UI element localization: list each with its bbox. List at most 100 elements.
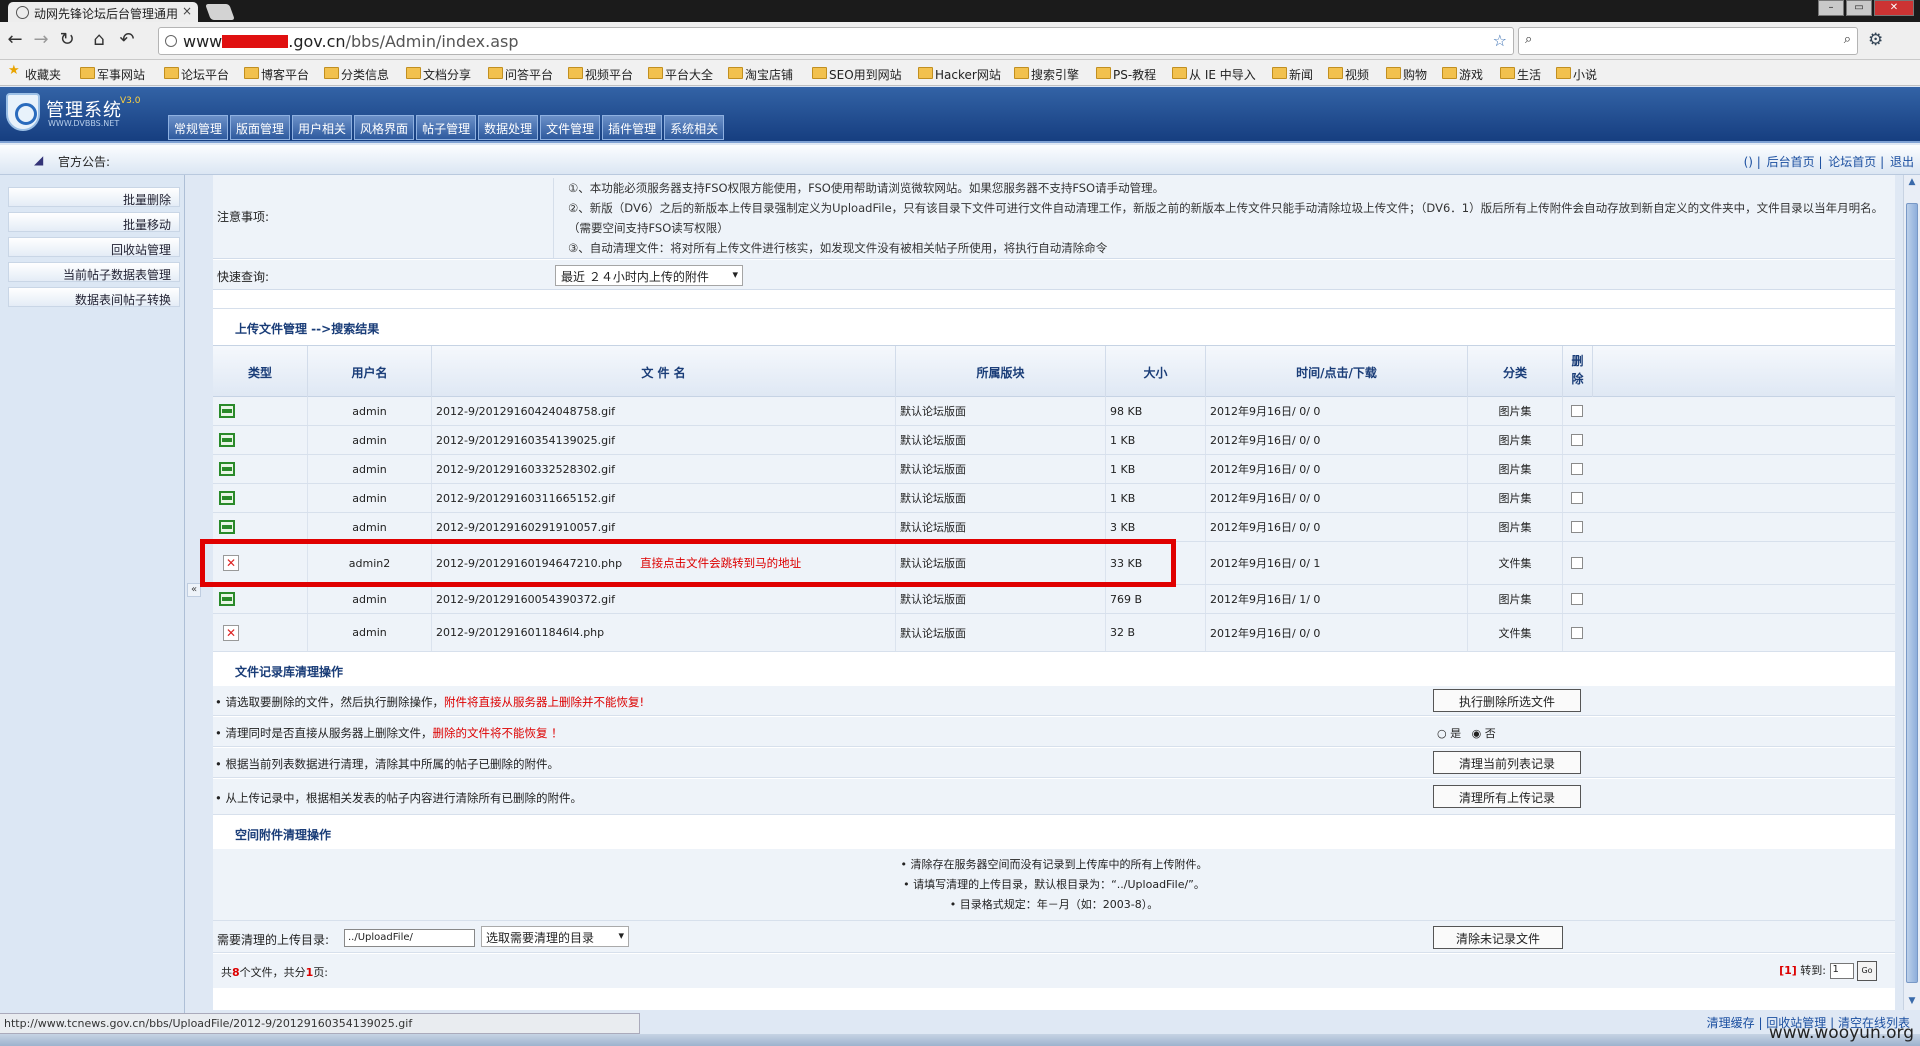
bookmark-item[interactable]: 论坛平台 [164,66,229,83]
dir-input[interactable]: ../UploadFile/ [344,929,475,947]
scroll-down-icon[interactable]: ▼ [1906,996,1918,1008]
top-link-blank[interactable]: () [1744,155,1753,169]
delete-checkbox[interactable] [1571,557,1583,569]
bookmark-item[interactable]: 购物 [1386,66,1427,83]
top-link-admin-home[interactable]: 后台首页 [1767,155,1815,169]
bookmark-item[interactable]: 分类信息 [324,66,389,83]
bookmark-item[interactable]: PS-教程 [1096,66,1156,83]
sidebar-item-batch-move[interactable]: 批量移动 [8,212,180,232]
cell-category: 图片集 [1468,426,1563,454]
settings-wrench-icon[interactable]: ⚙ [1868,30,1883,50]
bookmark-star-icon[interactable]: ☆ [1493,31,1507,50]
browser-tab[interactable]: 动网先锋论坛后台管理通用 × [8,2,198,22]
forward-icon[interactable]: → [30,29,52,50]
cell-filename[interactable]: 2012-9/20129160424048758.gif [432,397,896,425]
bookmark-item[interactable]: 视频平台 [568,66,633,83]
cell-filename[interactable]: 2012-9/20129160291910057.gif [432,513,896,541]
search-box[interactable]: ⌕ ⌕ [1518,27,1858,55]
files-section-header: 上传文件管理 -->搜索结果 [213,308,1895,344]
quick-query-select[interactable]: 最近 ２４小时内上传的附件 [555,265,743,286]
collapse-sidebar-icon[interactable]: « [187,583,201,597]
delete-checkbox[interactable] [1571,626,1583,639]
new-tab-button[interactable] [205,4,235,20]
clear-unrecorded-button[interactable]: 清除未记录文件 [1433,926,1563,949]
table-row: admin 2012-9/20129160332528302.gif 默认论坛版… [213,455,1895,484]
top-link-logout[interactable]: 退出 [1890,155,1914,169]
bookmark-item[interactable]: 新闻 [1272,66,1313,83]
nav-system[interactable]: 系统相关 [664,115,725,140]
delete-checkbox[interactable] [1571,405,1583,417]
close-window-button[interactable]: ✕ [1874,0,1914,16]
cell-filename[interactable]: 2012-9/2012916011846l4.php [432,614,896,651]
sidebar-item-recycle-bin[interactable]: 回收站管理 [8,237,180,257]
bookmark-item[interactable]: 小说 [1556,66,1597,83]
gif-file-icon [219,433,235,447]
cell-filename[interactable]: 2012-9/20129160354139025.gif [432,426,896,454]
nav-general[interactable]: 常规管理 [168,115,229,140]
sidebar-item-batch-delete[interactable]: 批量删除 [8,187,180,207]
app-header: 管理系统 V3.0 WWW.DVBBS.NET 常规管理 版面管理 用户相关 风… [0,87,1920,143]
tab-close-icon[interactable]: × [182,4,192,18]
bookmark-item[interactable]: 视频 [1328,66,1369,83]
sidebar-item-table-convert[interactable]: 数据表间帖子转换 [8,287,180,307]
nav-data[interactable]: 数据处理 [478,115,539,140]
nav-style[interactable]: 风格界面 [354,115,415,140]
cell-filename[interactable]: 2012-9/20129160054390372.gif [432,585,896,613]
col-type: 类型 [213,346,308,398]
notice-line: ②、新版（DV6）之后的新版本上传目录强制定义为UploadFile，只有该目录… [568,201,1884,235]
cell-board: 默认论坛版面 [896,397,1106,425]
scroll-thumb[interactable] [1906,203,1918,983]
cell-filename[interactable]: 2012-9/20129160194647210.php [436,557,622,570]
nav-boards[interactable]: 版面管理 [230,115,291,140]
vertical-scrollbar[interactable]: ▲ ▼ [1903,175,1920,1010]
delete-checkbox[interactable] [1571,521,1583,533]
nav-posts[interactable]: 帖子管理 [416,115,477,140]
sidebar-item-post-table[interactable]: 当前帖子数据表管理 [8,262,180,282]
clear-all-button[interactable]: 清理所有上传记录 [1433,785,1581,808]
quick-query-row: 快速查询: 最近 ２４小时内上传的附件 [213,260,1895,290]
nav-plugins[interactable]: 插件管理 [602,115,663,140]
dir-select[interactable]: 选取需要清理的目录 [481,926,629,947]
cell-filename[interactable]: 2012-9/20129160332528302.gif [432,455,896,483]
minimize-button[interactable]: – [1818,0,1844,16]
nav-files[interactable]: 文件管理 [540,115,601,140]
radio-yes-icon[interactable]: ○ [1437,727,1447,740]
delete-checkbox[interactable] [1571,593,1583,605]
cell-filename[interactable]: 2012-9/20129160311665152.gif [432,484,896,512]
bookmark-item[interactable]: 军事网站 [80,66,145,83]
pagination: [1] 转到: 1 Go [1779,961,1877,981]
page-input[interactable]: 1 [1829,963,1854,979]
go-button[interactable]: Go [1857,961,1877,981]
bookmark-item[interactable]: 平台大全 [648,66,713,83]
current-page[interactable]: [1] [1779,964,1797,977]
link-clear-cache[interactable]: 清理缓存 [1707,1016,1755,1030]
back-icon[interactable]: ← [4,29,26,50]
top-link-forum-home[interactable]: 论坛首页 [1828,155,1876,169]
bookmark-item[interactable]: 文档分享 [406,66,471,83]
bookmark-item[interactable]: 淘宝店铺 [728,66,793,83]
delete-checkbox[interactable] [1571,463,1583,475]
scroll-up-icon[interactable]: ▲ [1906,177,1918,189]
maximize-button[interactable]: ▭ [1846,0,1872,16]
bookmark-item[interactable]: 问答平台 [488,66,553,83]
bookmark-item[interactable]: 博客平台 [244,66,309,83]
reload-icon[interactable]: ↻ [56,29,78,50]
home-icon[interactable]: ⌂ [88,29,110,50]
delete-checkbox[interactable] [1571,434,1583,446]
bookmark-item[interactable]: 从 IE 中导入 [1172,66,1256,83]
bookmark-item[interactable]: 搜索引擎 [1014,66,1079,83]
delete-selected-button[interactable]: 执行删除所选文件 [1433,689,1581,712]
delete-checkbox[interactable] [1571,492,1583,504]
nav-users[interactable]: 用户相关 [292,115,353,140]
clear-list-button[interactable]: 清理当前列表记录 [1433,751,1581,774]
bookmark-item[interactable]: SEO用到网站 [812,66,902,83]
bookmark-item[interactable]: 生活 [1500,66,1541,83]
search-go-icon[interactable]: ⌕ [1844,32,1851,47]
bookmark-item[interactable]: Hacker网站 [918,66,1001,83]
cleanup-warning: 附件将直接从服务器上删除并不能恢复! [443,695,645,709]
radio-no-icon[interactable]: ◉ [1472,727,1482,740]
address-bar[interactable]: www .gov.cn/bbs/Admin/index.asp ☆ [158,27,1514,55]
bookmark-item[interactable]: 游戏 [1442,66,1483,83]
undo-icon[interactable]: ↶ [116,29,138,50]
bookmark-item[interactable]: 收藏夹 [8,63,61,83]
